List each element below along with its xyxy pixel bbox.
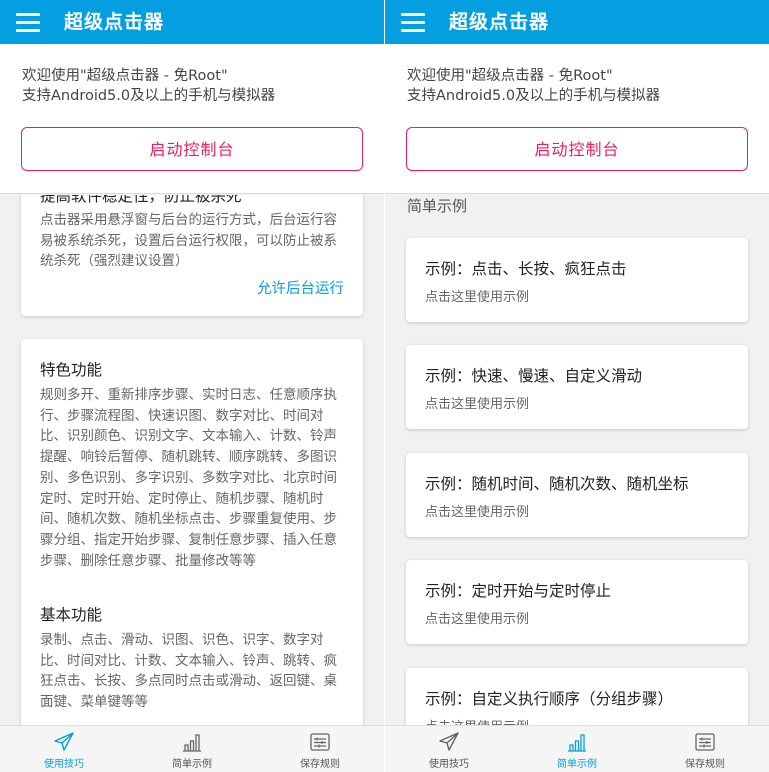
welcome-line-1: 欢迎使用"超级点击器 - 免Root" <box>22 68 228 84</box>
basic-features-body: 录制、点击、滑动、识图、识色、识字、数字对比、时间对比、计数、文本输入、铃声、跳… <box>40 632 337 711</box>
nav-saved-rules-label: 保存规则 <box>685 759 725 770</box>
allow-background-link[interactable]: 允许后台运行 <box>257 277 344 298</box>
background-run-title: 提高软件稳定性，防止被杀死 <box>40 195 242 205</box>
nav-saved-rules[interactable]: 保存规则 <box>256 726 384 772</box>
nav-tips-label: 使用技巧 <box>429 759 469 770</box>
nav-saved-rules-label: 保存规则 <box>300 759 340 770</box>
example-title: 示例：自定义执行顺序（分组步骤） <box>425 690 674 708</box>
rules-list-icon <box>695 733 715 751</box>
nav-saved-rules[interactable]: 保存规则 <box>641 726 769 772</box>
nav-tips[interactable]: 使用技巧 <box>385 726 513 772</box>
welcome-text: 欢迎使用"超级点击器 - 免Root" 支持Android5.0及以上的手机与模… <box>22 66 275 106</box>
tips-content[interactable]: 提高软件稳定性，防止被杀死 点击器采用悬浮窗与后台的运行方式，后台运行容易被系统… <box>0 195 384 725</box>
special-features-title: 特色功能 <box>40 361 103 379</box>
nav-examples-label: 简单示例 <box>557 759 597 770</box>
welcome-line-2: 支持Android5.0及以上的手机与模拟器 <box>407 88 661 104</box>
rules-list-icon <box>310 733 330 751</box>
right-screen: 超级点击器 欢迎使用"超级点击器 - 免Root" 支持Android5.0及以… <box>385 0 769 772</box>
bottom-nav: 使用技巧 简单示例 保存规则 <box>385 725 769 772</box>
launch-console-button[interactable]: 启动控制台 <box>21 127 363 171</box>
app-bar: 超级点击器 <box>385 0 769 44</box>
example-subtitle: 点击这里使用示例 <box>425 612 530 627</box>
example-title: 示例：定时开始与定时停止 <box>425 582 612 600</box>
app-title: 超级点击器 <box>64 11 165 33</box>
nav-examples[interactable]: 简单示例 <box>128 726 256 772</box>
example-subtitle: 点击这里使用示例 <box>425 397 530 412</box>
example-subtitle: 点击这里使用示例 <box>425 716 529 725</box>
nav-examples-label: 简单示例 <box>172 759 212 770</box>
special-features-body: 规则多开、重新排序步骤、实时日志、任意顺序执行、步骤流程图、快速识图、数字对比、… <box>40 387 337 569</box>
background-run-card: 提高软件稳定性，防止被杀死 点击器采用悬浮窗与后台的运行方式，后台运行容易被系统… <box>21 195 363 316</box>
example-title: 示例：快速、慢速、自定义滑动 <box>425 367 643 385</box>
examples-section-label: 简单示例 <box>407 197 468 215</box>
nav-tips[interactable]: 使用技巧 <box>0 726 128 772</box>
background-run-body: 点击器采用悬浮窗与后台的运行方式，后台运行容易被系统杀死，设置后台运行权限，可以… <box>40 212 337 270</box>
menu-icon[interactable] <box>401 13 425 32</box>
example-title: 示例：随机时间、随机次数、随机坐标 <box>425 475 689 493</box>
app-bar: 超级点击器 <box>0 0 384 44</box>
example-card-random[interactable]: 示例：随机时间、随机次数、随机坐标 点击这里使用示例 <box>406 453 748 537</box>
features-card: 特色功能 规则多开、重新排序步骤、实时日志、任意顺序执行、步骤流程图、快速识图、… <box>21 339 363 725</box>
left-screen: 超级点击器 欢迎使用"超级点击器 - 免Root" 支持Android5.0及以… <box>0 0 384 772</box>
bottom-nav: 使用技巧 简单示例 保存规则 <box>0 725 384 772</box>
bar-chart-icon <box>183 734 201 752</box>
nav-examples[interactable]: 简单示例 <box>513 726 641 772</box>
example-card-order[interactable]: 示例：自定义执行顺序（分组步骤） 点击这里使用示例 <box>406 668 748 725</box>
example-card-swipe[interactable]: 示例：快速、慢速、自定义滑动 点击这里使用示例 <box>406 345 748 429</box>
send-icon <box>54 732 74 751</box>
example-subtitle: 点击这里使用示例 <box>425 290 530 305</box>
example-card-click[interactable]: 示例：点击、长按、疯狂点击 点击这里使用示例 <box>406 238 748 322</box>
welcome-header: 欢迎使用"超级点击器 - 免Root" 支持Android5.0及以上的手机与模… <box>385 44 769 194</box>
launch-console-button[interactable]: 启动控制台 <box>406 127 748 171</box>
basic-features-title: 基本功能 <box>40 606 103 624</box>
app-title: 超级点击器 <box>449 11 550 33</box>
welcome-line-2: 支持Android5.0及以上的手机与模拟器 <box>22 88 276 104</box>
send-icon <box>439 732 459 751</box>
examples-content[interactable]: 简单示例 示例：点击、长按、疯狂点击 点击这里使用示例 示例：快速、慢速、自定义… <box>385 195 769 725</box>
menu-icon[interactable] <box>16 13 40 32</box>
welcome-line-1: 欢迎使用"超级点击器 - 免Root" <box>407 68 613 84</box>
example-card-timer[interactable]: 示例：定时开始与定时停止 点击这里使用示例 <box>406 560 748 644</box>
example-subtitle: 点击这里使用示例 <box>425 505 530 520</box>
welcome-text: 欢迎使用"超级点击器 - 免Root" 支持Android5.0及以上的手机与模… <box>407 66 660 106</box>
welcome-header: 欢迎使用"超级点击器 - 免Root" 支持Android5.0及以上的手机与模… <box>0 44 384 194</box>
nav-tips-label: 使用技巧 <box>44 759 84 770</box>
example-title: 示例：点击、长按、疯狂点击 <box>425 260 627 278</box>
bar-chart-icon <box>568 734 586 752</box>
